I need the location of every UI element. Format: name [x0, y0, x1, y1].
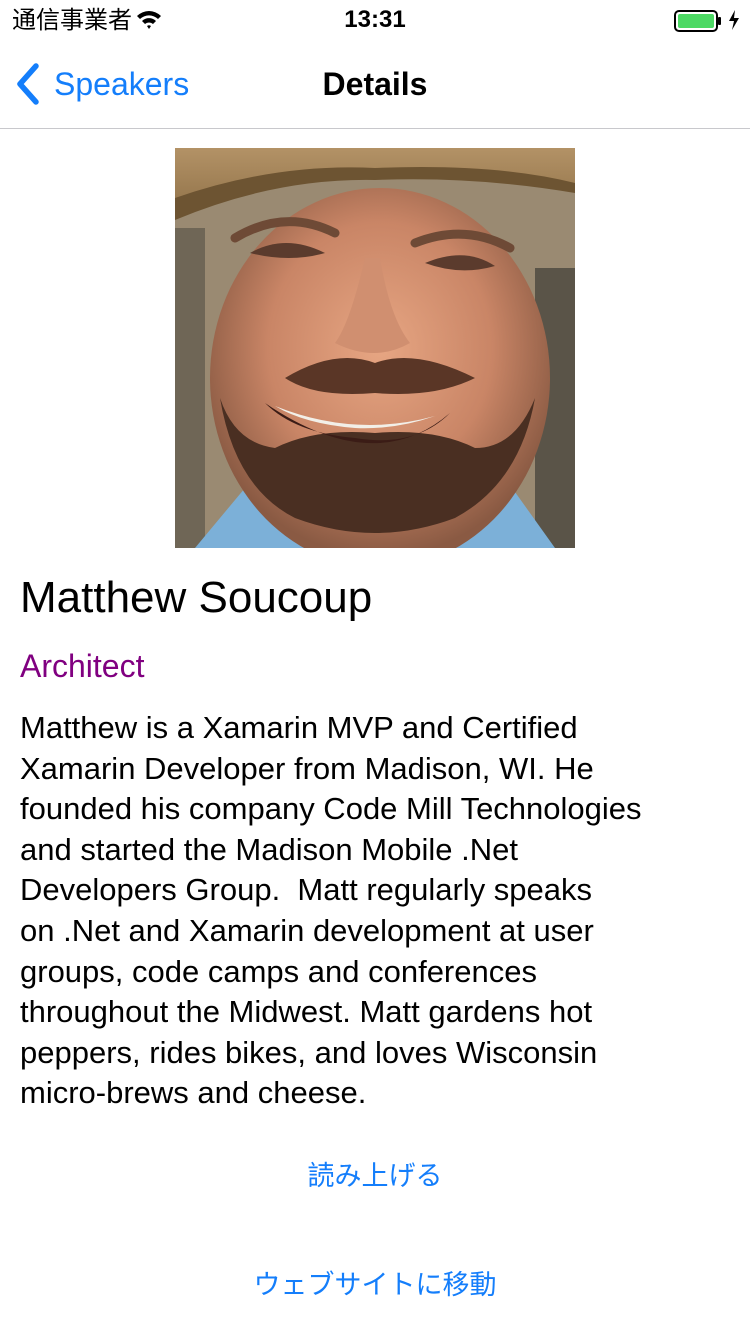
- battery-icon: [674, 10, 722, 32]
- status-bar: 通信事業者 13:31: [0, 0, 750, 40]
- speaker-bio: Matthew is a Xamarin MVP and Certified X…: [20, 710, 642, 1111]
- speaker-name: Matthew Soucoup: [20, 573, 373, 622]
- page-title: Details: [322, 66, 428, 102]
- charging-icon: [728, 9, 740, 31]
- navigation-bar: Speakers Details: [0, 40, 750, 129]
- speaker-photo: [175, 148, 575, 548]
- speak-button[interactable]: 読み上げる: [0, 1157, 750, 1197]
- speaker-title: Architect: [20, 648, 145, 684]
- clock: 13:31: [344, 6, 406, 33]
- open-website-button[interactable]: ウェブサイトに移動: [0, 1266, 750, 1306]
